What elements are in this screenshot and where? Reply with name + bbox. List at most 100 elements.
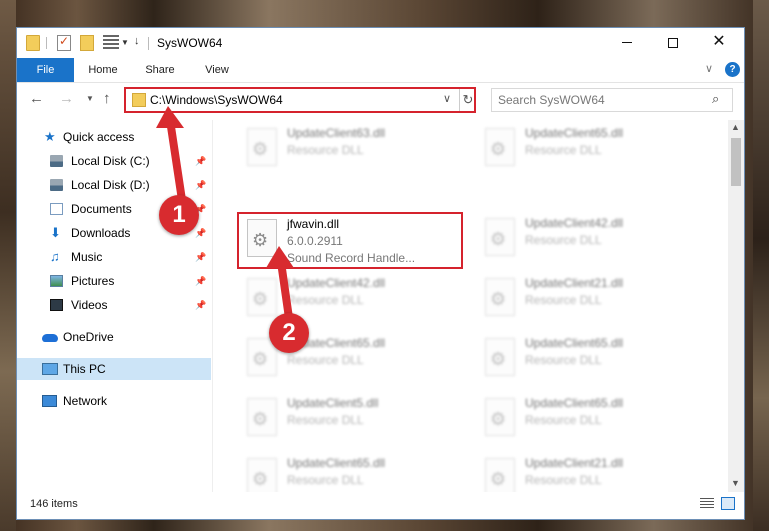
recent-locations-chevron-icon[interactable]: ▼: [86, 94, 94, 103]
sidebar-item-music[interactable]: ♫ Music 📌: [17, 246, 213, 268]
tab-view[interactable]: View: [194, 58, 240, 82]
sidebar-item-videos[interactable]: Videos 📌: [17, 294, 213, 316]
file-item[interactable]: UpdateClient42.dll Resource DLL: [239, 272, 459, 326]
scroll-down-icon[interactable]: ▼: [731, 478, 740, 488]
tab-file[interactable]: File: [17, 58, 74, 82]
sidebar-item-label: Documents: [71, 202, 132, 216]
dll-file-icon: [485, 338, 515, 376]
chevron-down-icon[interactable]: ▼: [121, 38, 129, 47]
address-dropdown-chevron-icon[interactable]: ∨: [443, 92, 451, 105]
file-item[interactable]: UpdateClient5.dll Resource DLL: [239, 392, 459, 446]
scrollbar-thumb[interactable]: [731, 138, 741, 186]
close-button[interactable]: ✕: [696, 28, 742, 58]
sidebar-item-quick-access[interactable]: ★ Quick access: [17, 126, 213, 148]
file-type: Resource DLL: [287, 473, 364, 487]
quick-access-toolbar-divider: [46, 37, 47, 49]
back-arrow-icon[interactable]: ←: [29, 90, 44, 107]
star-icon: ★: [44, 129, 56, 144]
file-item[interactable]: UpdateClient65.dll Resource DLL: [477, 392, 697, 446]
help-icon[interactable]: ?: [725, 62, 740, 77]
pin-icon[interactable]: 📌: [195, 150, 206, 172]
view-options-icon[interactable]: [103, 35, 119, 51]
file-name: UpdateClient42.dll: [525, 216, 624, 230]
sidebar-item-local-disk-d[interactable]: Local Disk (D:) 📌: [17, 174, 213, 196]
sidebar-item-label: Music: [71, 250, 103, 264]
file-type: Resource DLL: [525, 143, 602, 157]
large-icons-view-icon[interactable]: [721, 497, 735, 510]
videos-icon: [50, 299, 63, 311]
file-name: UpdateClient65.dll: [525, 126, 624, 140]
address-bar[interactable]: C:\Windows\SysWOW64 ∨ ↻: [124, 87, 476, 113]
maximize-button[interactable]: [650, 28, 696, 58]
search-box[interactable]: ⌕: [491, 88, 733, 112]
step-badge-1: 1: [159, 195, 199, 235]
file-type: Resource DLL: [525, 413, 602, 427]
sidebar-item-label: Pictures: [71, 274, 115, 288]
folder-icon: [26, 35, 40, 51]
network-icon: [42, 395, 57, 407]
dll-file-icon: [247, 128, 277, 166]
desktop-wallpaper-right: [753, 0, 769, 531]
details-view-icon[interactable]: [700, 498, 714, 510]
ribbon-tabs: File Home Share View ∨ ?: [17, 58, 744, 83]
tab-share[interactable]: Share: [137, 58, 183, 82]
file-item[interactable]: UpdateClient21.dll Resource DLL: [477, 272, 697, 326]
minimize-button[interactable]: [604, 28, 650, 58]
file-item[interactable]: UpdateClient65.dll Resource DLL: [477, 122, 697, 176]
sidebar-item-label: Videos: [71, 298, 108, 312]
address-path[interactable]: C:\Windows\SysWOW64: [150, 93, 283, 107]
vertical-scrollbar[interactable]: ▲ ▼: [728, 120, 744, 492]
pin-icon[interactable]: 📌: [195, 174, 206, 196]
search-input[interactable]: [498, 92, 698, 108]
sidebar-item-this-pc[interactable]: This PC: [17, 358, 211, 380]
new-folder-icon[interactable]: [80, 35, 94, 51]
properties-icon[interactable]: [57, 34, 71, 51]
scroll-up-icon[interactable]: ▲: [731, 122, 740, 132]
customize-toolbar-icon[interactable]: ↓: [134, 35, 140, 47]
downloads-icon: ⬇: [50, 225, 61, 240]
sidebar-item-local-disk-c[interactable]: Local Disk (C:) 📌: [17, 150, 213, 172]
maximize-icon: [668, 37, 678, 48]
file-list: UpdateClient63.dll Resource DLL jfwavin.…: [213, 120, 728, 496]
item-count: 146 items: [30, 498, 78, 510]
file-type: Resource DLL: [525, 353, 602, 367]
pictures-icon: [50, 275, 63, 287]
file-name: UpdateClient63.dll: [287, 126, 386, 140]
music-icon: ♫: [50, 249, 60, 264]
onedrive-icon: [42, 334, 58, 342]
sidebar-item-label: This PC: [63, 362, 106, 376]
sidebar-item-label: Local Disk (C:): [71, 154, 150, 168]
file-name: UpdateClient65.dll: [525, 396, 624, 410]
file-name: UpdateClient21.dll: [525, 456, 624, 470]
dll-file-icon: [485, 278, 515, 316]
file-type: Resource DLL: [287, 413, 364, 427]
file-item[interactable]: UpdateClient42.dll Resource DLL: [477, 212, 697, 266]
forward-arrow-icon[interactable]: →: [59, 90, 74, 107]
disk-icon: [50, 179, 63, 191]
file-type: Resource DLL: [525, 293, 602, 307]
dll-file-icon: [485, 128, 515, 166]
title-divider: [148, 37, 149, 50]
tab-home[interactable]: Home: [80, 58, 126, 82]
up-arrow-icon[interactable]: ↑: [103, 90, 111, 107]
pin-icon[interactable]: 📌: [195, 246, 206, 268]
documents-icon: [50, 203, 63, 215]
expand-ribbon-chevron-icon[interactable]: ∨: [705, 62, 713, 75]
file-item[interactable]: UpdateClient65.dll Resource DLL: [477, 332, 697, 386]
file-item[interactable]: UpdateClient63.dll Resource DLL: [239, 122, 459, 176]
pin-icon[interactable]: 📌: [195, 222, 206, 244]
folder-icon: [132, 93, 146, 107]
sidebar-item-network[interactable]: Network: [17, 390, 213, 412]
dll-file-icon: [247, 398, 277, 436]
window-title: SysWOW64: [157, 36, 223, 50]
sidebar-item-label: Network: [63, 394, 108, 408]
navigation-pane: ★ Quick access Local Disk (C:) 📌 Local D…: [17, 120, 213, 492]
pin-icon[interactable]: 📌: [195, 270, 206, 292]
dll-file-icon: [247, 458, 277, 496]
sidebar-item-pictures[interactable]: Pictures 📌: [17, 270, 213, 292]
desktop-wallpaper-left: [0, 0, 16, 531]
search-icon[interactable]: ⌕: [712, 91, 719, 107]
pin-icon[interactable]: 📌: [195, 294, 206, 316]
refresh-icon[interactable]: ↻: [459, 89, 476, 111]
sidebar-item-onedrive[interactable]: OneDrive: [17, 326, 213, 348]
